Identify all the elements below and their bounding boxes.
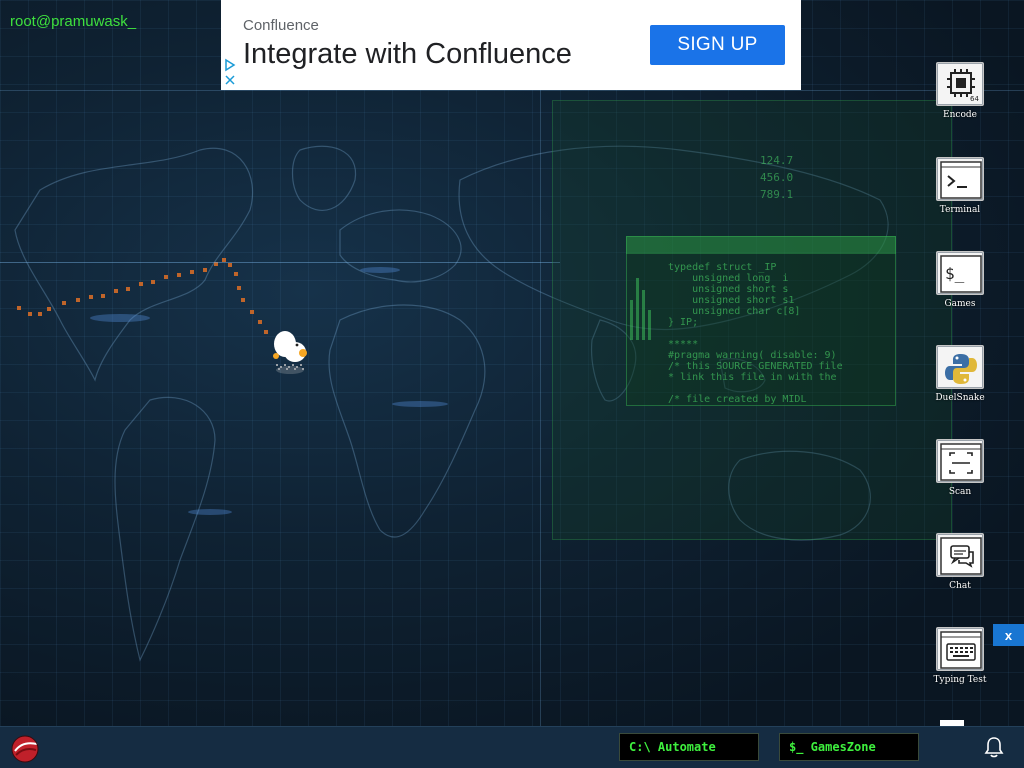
close-ad-button[interactable]: x — [993, 624, 1024, 646]
terminal-window-titlebar — [626, 236, 896, 254]
gameszone-button[interactable]: $_ GamesZone — [779, 733, 919, 761]
cpu-icon[interactable]: 64 — [936, 62, 984, 106]
bell-icon[interactable] — [983, 735, 1005, 759]
automate-button[interactable]: C:\ Automate — [619, 733, 759, 761]
desktop-icon-label[interactable]: Typing Test — [930, 675, 990, 685]
terminal-number-readout: 124.7 456.0 789.1 — [760, 154, 794, 201]
desktop-icon-label[interactable]: Encode — [930, 110, 990, 120]
terminal-icon[interactable] — [936, 157, 984, 201]
svg-text:$_: $_ — [945, 264, 965, 283]
shell-prompt-icon[interactable]: $_ — [936, 251, 984, 295]
desktop-icon-label[interactable]: Terminal — [930, 205, 990, 215]
desktop-icon-label[interactable]: Scan — [930, 487, 990, 497]
flight-path — [17, 258, 268, 334]
ad-banner[interactable]: Confluence Integrate with Confluence SIG… — [221, 0, 801, 90]
desktop-icon-label[interactable]: Games — [930, 299, 990, 309]
map-top-line — [0, 90, 1024, 91]
map-horizon-line — [0, 262, 560, 263]
goose-sprite[interactable] — [268, 326, 314, 376]
logo-icon[interactable] — [10, 732, 40, 764]
desktop-icon-scan[interactable]: Scan — [930, 439, 990, 519]
desktop-icon-games[interactable]: $_ Games — [930, 251, 990, 331]
user-prompt-label: root@pramuwask_ — [10, 13, 137, 30]
ad-choices-icon[interactable] — [223, 58, 237, 88]
desktop-icon-label[interactable]: DuelSnake — [930, 393, 990, 403]
signal-bars-graphic — [630, 270, 654, 340]
chat-icon[interactable] — [936, 533, 984, 577]
ad-headline[interactable]: Integrate with Confluence — [243, 38, 572, 71]
desktop-icon-label[interactable]: Chat — [930, 581, 990, 591]
scan-icon[interactable] — [936, 439, 984, 483]
keyboard-icon[interactable] — [936, 627, 984, 671]
desktop-background: 124.7 456.0 789.1 typedef struct _IP uns… — [0, 0, 1024, 726]
desktop-icon-terminal[interactable]: Terminal — [930, 157, 990, 237]
desktop-icon-chat[interactable]: Chat — [930, 533, 990, 613]
desktop-icon-typing-test[interactable]: Typing Test — [930, 627, 990, 707]
ad-brand[interactable]: Confluence — [243, 17, 319, 34]
desktop-icon-encode[interactable]: 64 Encode — [930, 62, 990, 142]
map-divider-line — [540, 90, 541, 726]
desktop-icon-duelsnake[interactable]: DuelSnake — [930, 345, 990, 425]
python-icon[interactable] — [936, 345, 984, 389]
ad-signup-button[interactable]: SIGN UP — [650, 25, 785, 65]
taskbar: C:\ Automate $_ GamesZone — [0, 726, 1024, 768]
terminal-code-text: typedef struct _IP unsigned long i unsig… — [668, 262, 843, 405]
svg-text:64: 64 — [970, 95, 979, 103]
